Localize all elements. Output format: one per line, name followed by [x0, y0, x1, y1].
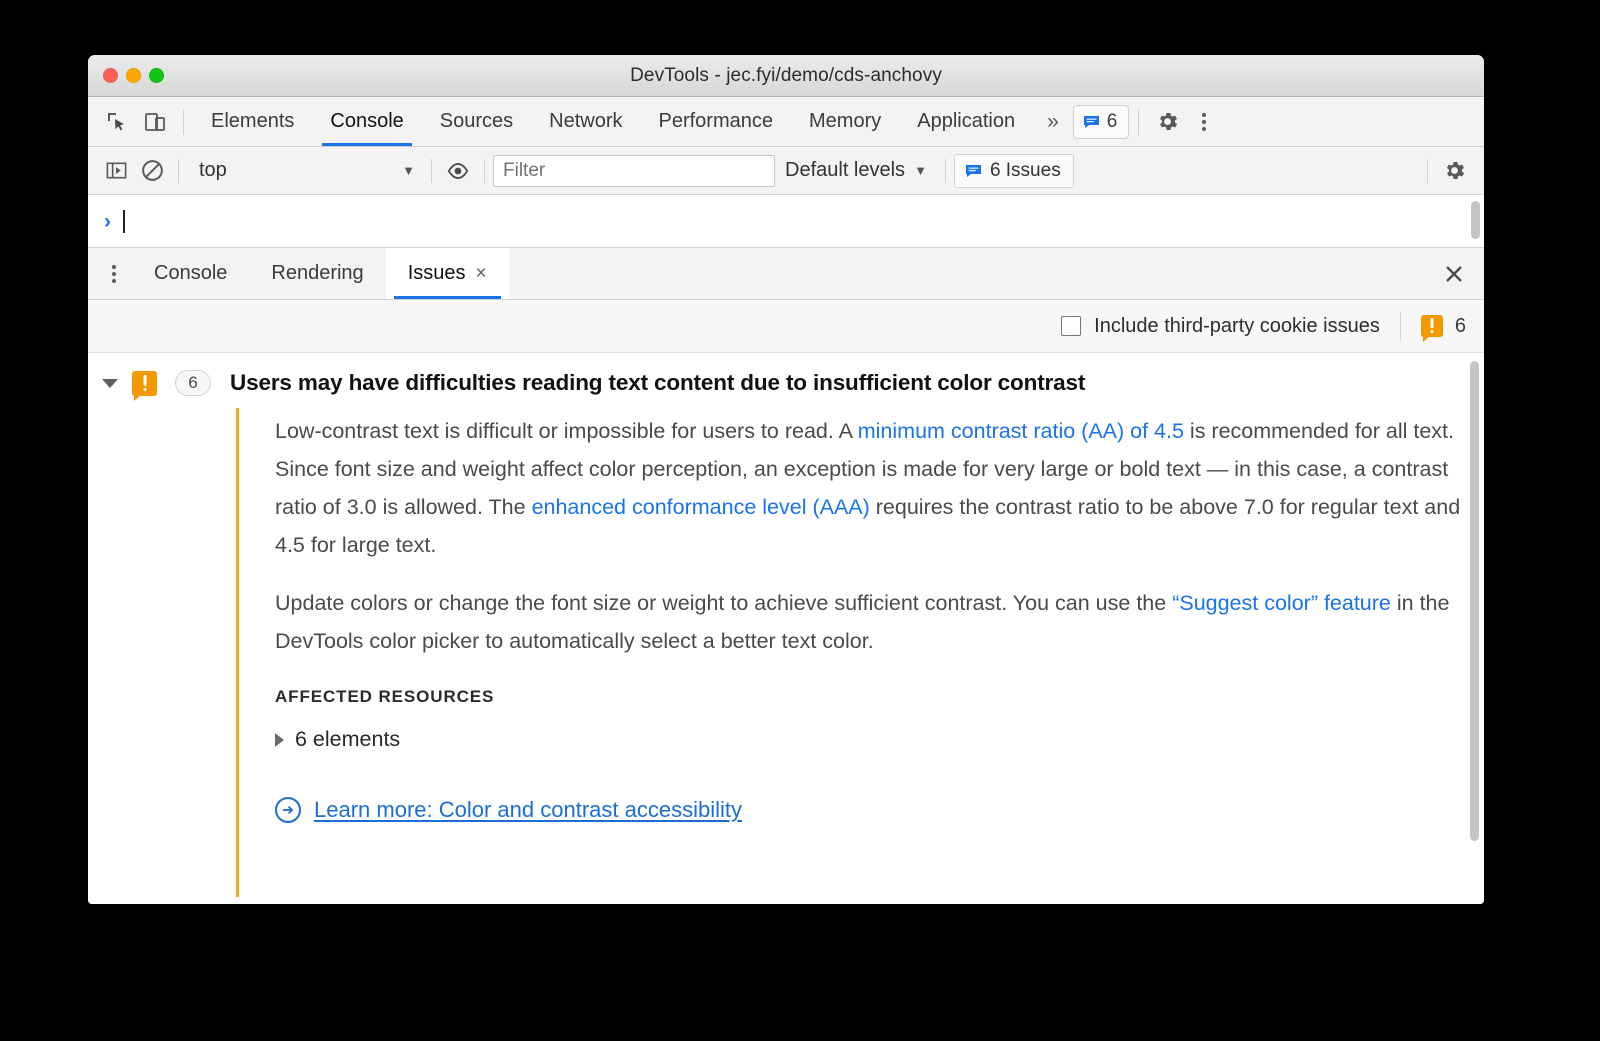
drawer-tab-console[interactable]: Console — [132, 248, 249, 299]
affected-resource-row[interactable]: 6 elements — [275, 727, 1484, 752]
issues-list: 6 Users may have difficulties reading te… — [88, 353, 1484, 904]
drawer-tab-bar: Console Rendering Issues × — [88, 248, 1484, 300]
console-output-area: › — [88, 195, 1484, 248]
device-toolbar-icon[interactable] — [136, 103, 174, 141]
issues-scrollbar[interactable] — [1470, 361, 1479, 841]
learn-more-row[interactable]: Learn more: Color and contrast accessibi… — [275, 797, 1484, 823]
console-prompt-icon: › — [104, 209, 111, 233]
console-toolbar-divider-2 — [431, 158, 432, 183]
tab-memory[interactable]: Memory — [791, 97, 899, 146]
tab-network[interactable]: Network — [531, 97, 640, 146]
tab-performance[interactable]: Performance — [641, 97, 792, 146]
drawer-tab-issues[interactable]: Issues × — [385, 248, 509, 299]
learn-more-link[interactable]: Learn more: Color and contrast accessibi… — [314, 797, 742, 823]
execution-context-selector[interactable]: top ▼ — [187, 156, 423, 186]
log-levels-selector[interactable]: Default levels ▼ — [775, 159, 937, 182]
maximize-window-button[interactable] — [149, 68, 164, 83]
message-bubble-icon — [1083, 115, 1100, 129]
close-tab-icon[interactable]: × — [476, 264, 487, 283]
tab-console[interactable]: Console — [312, 97, 421, 146]
devtools-window: DevTools - jec.fyi/demo/cds-anchovy Elem… — [88, 55, 1484, 904]
paragraph1-text-1: Low-contrast text is difficult or imposs… — [275, 419, 858, 443]
issues-button-label: 6 Issues — [989, 159, 1061, 181]
link-enhanced-conformance-level[interactable]: enhanced conformance level (AAA) — [532, 495, 870, 519]
console-toolbar-divider-4 — [944, 158, 946, 183]
console-text-cursor — [123, 209, 125, 233]
issues-count-chip[interactable]: 6 — [1072, 104, 1130, 139]
panel-tabs: Elements Console Sources Network Perform… — [193, 97, 1033, 146]
tab-label: Performance — [658, 110, 774, 132]
issues-toolbar: Include third-party cookie issues 6 — [88, 300, 1484, 353]
execution-context-value: top — [199, 159, 227, 181]
arrow-circle-icon — [275, 797, 301, 823]
tab-label: Elements — [211, 110, 295, 132]
issue-count-badge: 6 — [175, 370, 211, 396]
third-party-cookie-label: Include third-party cookie issues — [1094, 314, 1380, 337]
affected-resource-label: 6 elements — [295, 727, 401, 751]
issue-header-row[interactable]: 6 Users may have difficulties reading te… — [88, 353, 1484, 408]
main-toolbar: Elements Console Sources Network Perform… — [88, 97, 1484, 147]
third-party-cookie-checkbox[interactable] — [1061, 316, 1082, 336]
drawer-menu-icon[interactable] — [96, 256, 132, 292]
link-minimum-contrast-ratio[interactable]: minimum contrast ratio (AA) of 4.5 — [858, 419, 1184, 443]
affected-resources-heading: AFFECTED RESOURCES — [275, 687, 495, 706]
clear-console-icon[interactable] — [134, 154, 170, 188]
tab-label: Network — [549, 110, 623, 132]
paragraph2-text-1: Update colors or change the font size or… — [275, 591, 1173, 615]
gear-icon[interactable] — [1148, 103, 1186, 141]
tab-label: Console — [330, 110, 404, 132]
issue-title: Users may have difficulties reading text… — [230, 370, 1086, 395]
inspect-element-icon[interactable] — [98, 103, 136, 141]
drawer: Console Rendering Issues × Include third… — [88, 248, 1484, 904]
close-drawer-icon[interactable] — [1434, 254, 1474, 294]
chevron-down-icon: ▼ — [402, 163, 415, 178]
expand-triangle-icon[interactable] — [275, 732, 284, 747]
console-toolbar: top ▼ Default levels ▼ — [88, 147, 1484, 195]
tab-label: Application — [917, 110, 1016, 132]
tab-elements[interactable]: Elements — [193, 97, 312, 146]
message-bubble-icon — [965, 164, 982, 178]
main-kebab-menu-icon[interactable] — [1186, 104, 1222, 140]
tab-label: Sources — [439, 110, 514, 132]
drawer-tab-label: Issues — [407, 262, 466, 284]
warning-issue-icon — [1420, 315, 1443, 342]
issues-toolbar-divider — [1399, 312, 1401, 340]
minimize-window-button[interactable] — [126, 68, 141, 83]
toolbar-divider — [183, 108, 184, 135]
issue-description-paragraph-1: Low-contrast text is difficult or imposs… — [275, 412, 1484, 564]
window-controls — [88, 68, 164, 83]
issue-description-paragraph-2: Update colors or change the font size or… — [275, 584, 1484, 660]
console-toolbar-divider-5 — [1427, 158, 1428, 183]
drawer-tab-label: Rendering — [271, 262, 364, 284]
console-sidebar-icon[interactable] — [98, 154, 134, 188]
log-levels-label: Default levels — [785, 159, 906, 181]
close-window-button[interactable] — [103, 68, 118, 83]
console-toolbar-divider-3 — [484, 158, 485, 183]
console-settings-gear-icon[interactable] — [1436, 154, 1472, 188]
console-toolbar-divider — [178, 158, 179, 183]
drawer-tab-label: Console — [154, 262, 228, 284]
more-tabs-icon[interactable]: » — [1033, 111, 1073, 132]
tab-label: Memory — [809, 110, 882, 132]
toolbar-divider-2 — [1138, 108, 1140, 135]
tab-sources[interactable]: Sources — [422, 97, 531, 146]
console-scrollbar[interactable] — [1471, 201, 1480, 239]
filter-input[interactable] — [493, 154, 775, 187]
warning-issue-icon — [132, 370, 157, 401]
drawer-tab-rendering[interactable]: Rendering — [249, 248, 385, 299]
issue-details: Low-contrast text is difficult or imposs… — [236, 408, 1484, 897]
window-title: DevTools - jec.fyi/demo/cds-anchovy — [630, 64, 942, 86]
warning-count: 6 — [1454, 314, 1466, 337]
issues-warning-summary: 6 — [1420, 314, 1466, 342]
collapse-triangle-icon[interactable] — [102, 378, 118, 388]
issues-button[interactable]: 6 Issues — [953, 153, 1074, 188]
chevron-down-icon: ▼ — [914, 163, 927, 178]
third-party-cookie-checkbox-row[interactable]: Include third-party cookie issues — [1061, 315, 1380, 338]
live-expression-icon[interactable] — [440, 154, 476, 188]
link-suggest-color-feature[interactable]: “Suggest color” feature — [1172, 591, 1391, 615]
issues-chip-count: 6 — [1106, 110, 1118, 132]
window-title-bar: DevTools - jec.fyi/demo/cds-anchovy — [88, 55, 1484, 97]
tab-application[interactable]: Application — [899, 97, 1033, 146]
